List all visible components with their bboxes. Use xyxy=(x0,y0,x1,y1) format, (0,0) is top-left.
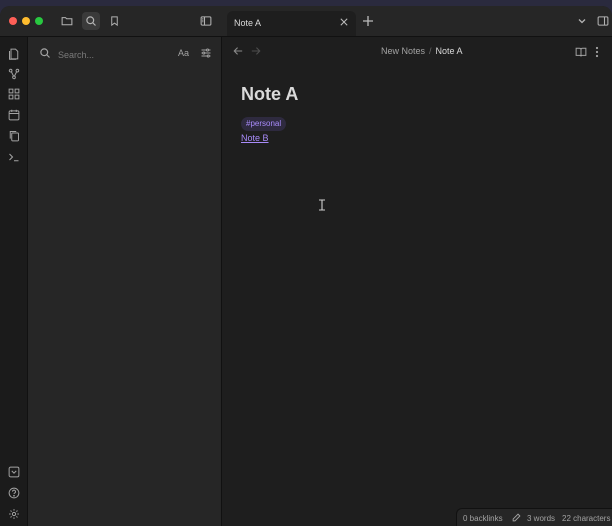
new-tab-icon[interactable] xyxy=(361,14,375,28)
help-icon[interactable] xyxy=(7,486,20,499)
graph-view-icon[interactable] xyxy=(7,67,20,80)
navigate-back-arrow-icon[interactable] xyxy=(233,46,244,57)
bookmark-icon[interactable] xyxy=(105,12,123,30)
window-maximize-button[interactable] xyxy=(35,17,43,25)
match-case-button[interactable]: Aa xyxy=(178,48,189,58)
title-bar: Note A xyxy=(0,6,612,37)
character-count: 22 characters xyxy=(562,514,611,523)
word-count: 3 words xyxy=(527,514,556,523)
window-close-button[interactable] xyxy=(9,17,17,25)
backlinks-count[interactable]: 0 backlinks xyxy=(463,514,503,523)
search-box: Aa xyxy=(34,44,215,66)
daily-note-calendar-icon[interactable] xyxy=(7,108,20,121)
app-window: Note A Search... Aa New Notes / Note A N… xyxy=(0,6,612,526)
settings-gear-icon[interactable] xyxy=(7,507,20,520)
internal-link[interactable]: Note B xyxy=(241,133,269,143)
tab-label: Note A xyxy=(234,18,262,28)
templates-copy-icon[interactable] xyxy=(7,129,20,142)
reading-view-book-icon[interactable] xyxy=(575,46,587,58)
breadcrumb: New Notes / Note A xyxy=(381,46,463,56)
open-quick-switcher-icon[interactable] xyxy=(7,47,20,60)
tab-list-chevron-down-icon[interactable] xyxy=(573,12,591,30)
editor-pane: New Notes / Note A Note A #personal Note B xyxy=(222,37,612,526)
navigate-forward-arrow-icon[interactable] xyxy=(251,46,262,57)
status-bar: 0 backlinks 3 words 22 characters xyxy=(456,508,612,526)
editing-mode-pencil-icon[interactable] xyxy=(512,513,521,522)
more-options-icon[interactable] xyxy=(595,46,605,58)
command-palette-terminal-icon[interactable] xyxy=(7,150,20,163)
breadcrumb-current[interactable]: Note A xyxy=(436,46,463,56)
search-sidebar: Aa xyxy=(28,37,222,526)
breadcrumb-separator: / xyxy=(429,46,432,56)
canvas-icon[interactable] xyxy=(7,87,20,100)
breadcrumb-folder[interactable]: New Notes xyxy=(381,46,425,56)
search-tab-icon[interactable] xyxy=(82,12,100,30)
note-title[interactable]: Note A xyxy=(241,84,298,105)
search-input[interactable] xyxy=(56,44,180,66)
right-sidebar-toggle-icon[interactable] xyxy=(594,12,612,30)
left-ribbon xyxy=(0,37,28,526)
search-settings-sliders-icon[interactable] xyxy=(200,47,213,60)
tab-note-a[interactable]: Note A xyxy=(227,11,356,36)
sidebar-toggle-icon[interactable] xyxy=(197,12,215,30)
search-icon xyxy=(39,47,52,60)
text-cursor-ibeam-icon xyxy=(318,199,326,211)
vault-switcher-icon[interactable] xyxy=(7,465,20,478)
window-minimize-button[interactable] xyxy=(22,17,30,25)
tag-pill[interactable]: #personal xyxy=(241,117,287,131)
tab-close-icon[interactable] xyxy=(338,16,350,28)
files-folder-icon[interactable] xyxy=(58,12,76,30)
